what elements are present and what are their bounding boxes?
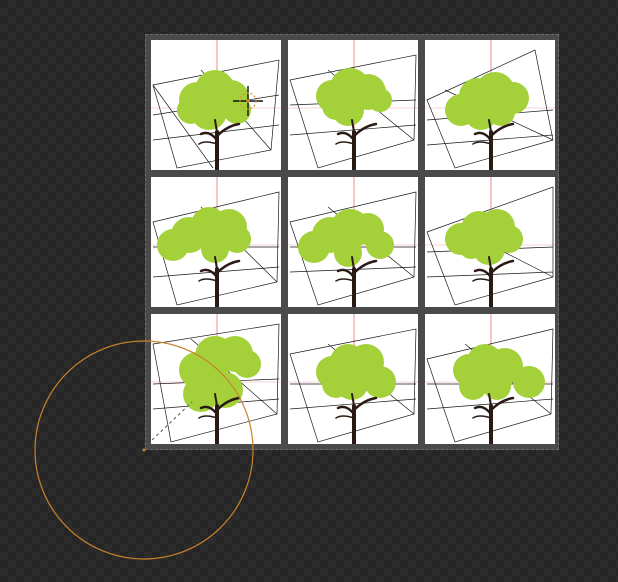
tree-trunk: [335, 393, 378, 444]
tree-sprite: [151, 314, 281, 444]
tree-sprite: [288, 40, 418, 170]
tree-canopy: [316, 344, 396, 400]
sprite-frame-5[interactable]: [288, 177, 418, 307]
tree-trunk: [472, 256, 515, 307]
sprite-frame-3[interactable]: [425, 40, 555, 170]
tree-canopy: [316, 68, 392, 126]
tree-sprite: [288, 177, 418, 307]
tree-canopy: [298, 209, 394, 267]
sprite-frame-6[interactable]: [425, 177, 555, 307]
sprite-frame-2[interactable]: [288, 40, 418, 170]
sprite-frame-1[interactable]: [151, 40, 281, 170]
tree-trunk: [198, 256, 241, 307]
tree-canopy: [177, 70, 251, 130]
sprite-frame-4[interactable]: [151, 177, 281, 307]
sprite-frame-9[interactable]: [425, 314, 555, 444]
tree-trunk: [472, 393, 515, 444]
tree-sprite: [425, 177, 555, 307]
canvas-viewport[interactable]: [0, 0, 618, 582]
sprite-frame-7[interactable]: [151, 314, 281, 444]
tree-sprite: [151, 177, 281, 307]
tree-sprite: [425, 314, 555, 444]
tree-sprite: [425, 40, 555, 170]
tree-canopy: [445, 209, 523, 265]
tree-sprite: [151, 40, 281, 170]
tree-canopy: [157, 207, 251, 263]
tree-canopy: [445, 72, 529, 130]
tree-canopy: [453, 344, 545, 400]
tree-canopy: [179, 336, 261, 412]
sprite-sheet-canvas[interactable]: [145, 34, 559, 450]
sprite-frame-8[interactable]: [288, 314, 418, 444]
tree-sprite: [288, 314, 418, 444]
tree-trunk: [335, 119, 378, 170]
